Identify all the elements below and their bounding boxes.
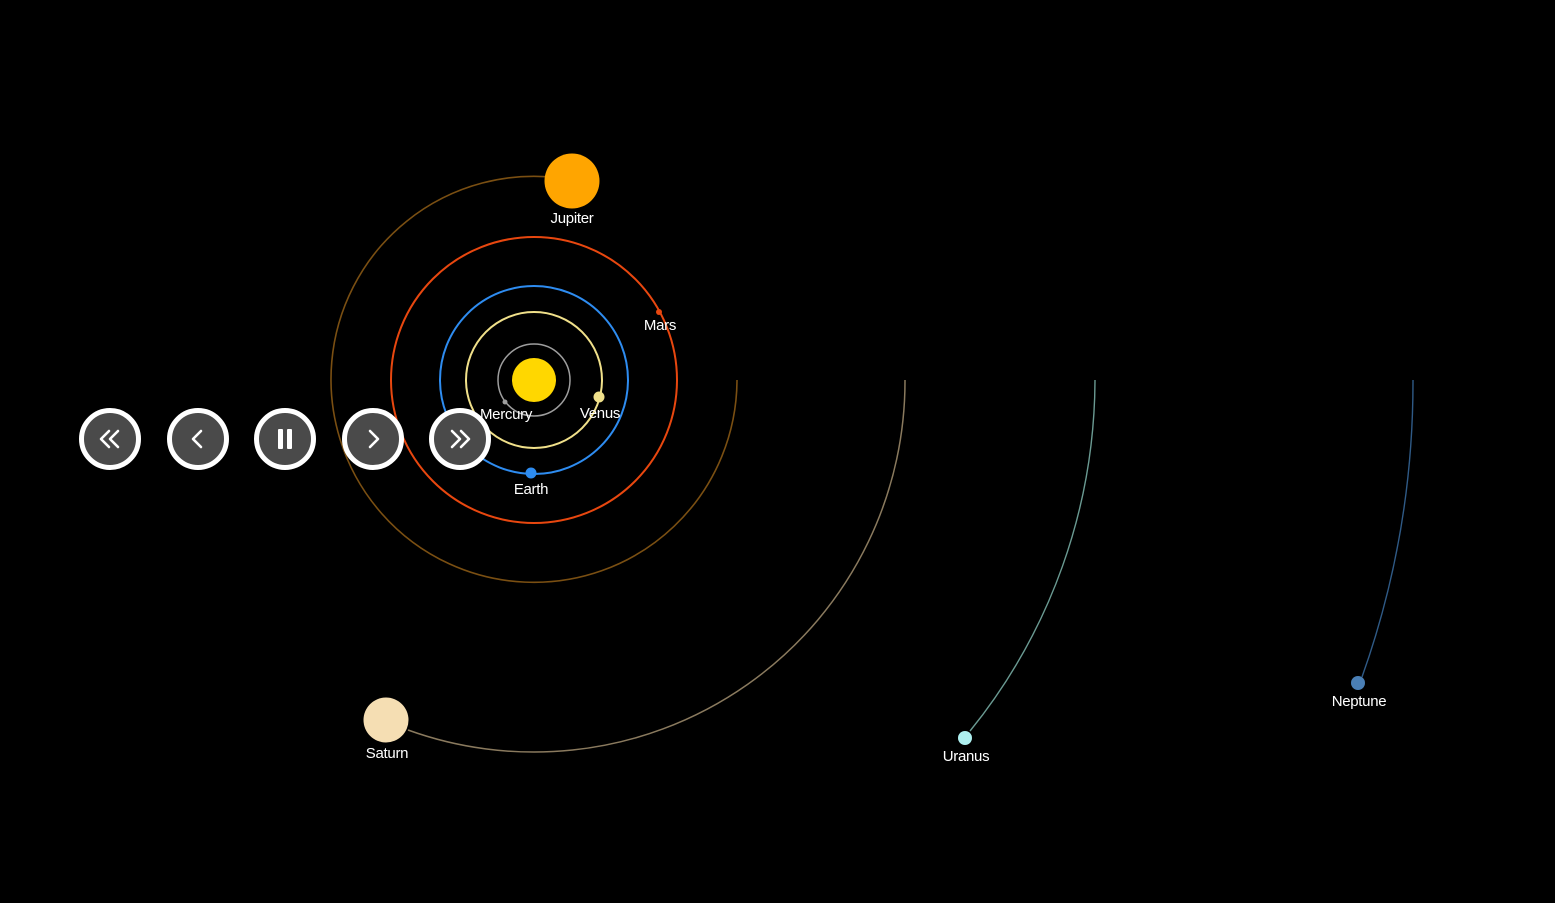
double-chevron-left-icon [99, 429, 120, 449]
step-back-button[interactable] [167, 408, 229, 470]
neptune-planet[interactable] [1351, 676, 1365, 690]
earth-planet[interactable] [525, 467, 537, 479]
step-forward-button[interactable] [342, 408, 404, 470]
venus-label: Venus [580, 405, 620, 422]
jupiter-planet[interactable] [544, 153, 600, 209]
uranus-planet[interactable] [958, 731, 972, 745]
chevron-left-icon [191, 429, 203, 449]
uranus-label: Uranus [943, 748, 990, 765]
planets [363, 153, 1365, 745]
uranus-orbit [969, 379, 1096, 732]
saturn-planet[interactable] [363, 697, 409, 743]
fast-forward-button[interactable] [429, 408, 491, 470]
orbit-paths [330, 175, 1414, 753]
neptune-label: Neptune [1332, 693, 1387, 710]
mercury-planet[interactable] [502, 399, 508, 405]
saturn-label: Saturn [366, 745, 408, 762]
mercury-label: Mercury [480, 406, 533, 423]
mars-planet[interactable] [656, 309, 662, 315]
neptune-orbit [1361, 379, 1414, 678]
sun[interactable] [512, 358, 556, 402]
fast-rewind-button[interactable] [79, 408, 141, 470]
double-chevron-right-icon [450, 429, 471, 449]
pause-button[interactable] [254, 408, 316, 470]
planet-labels: Mercury Venus Earth Mars Jupiter Saturn … [366, 210, 1387, 765]
pause-icon [278, 429, 292, 449]
jupiter-label: Jupiter [551, 210, 594, 227]
mars-label: Mars [644, 317, 676, 334]
chevron-right-icon [368, 429, 380, 449]
solar-system-view: Mercury Venus Earth Mars Jupiter Saturn … [330, 153, 1414, 765]
venus-planet[interactable] [593, 391, 605, 403]
earth-label: Earth [514, 481, 548, 498]
